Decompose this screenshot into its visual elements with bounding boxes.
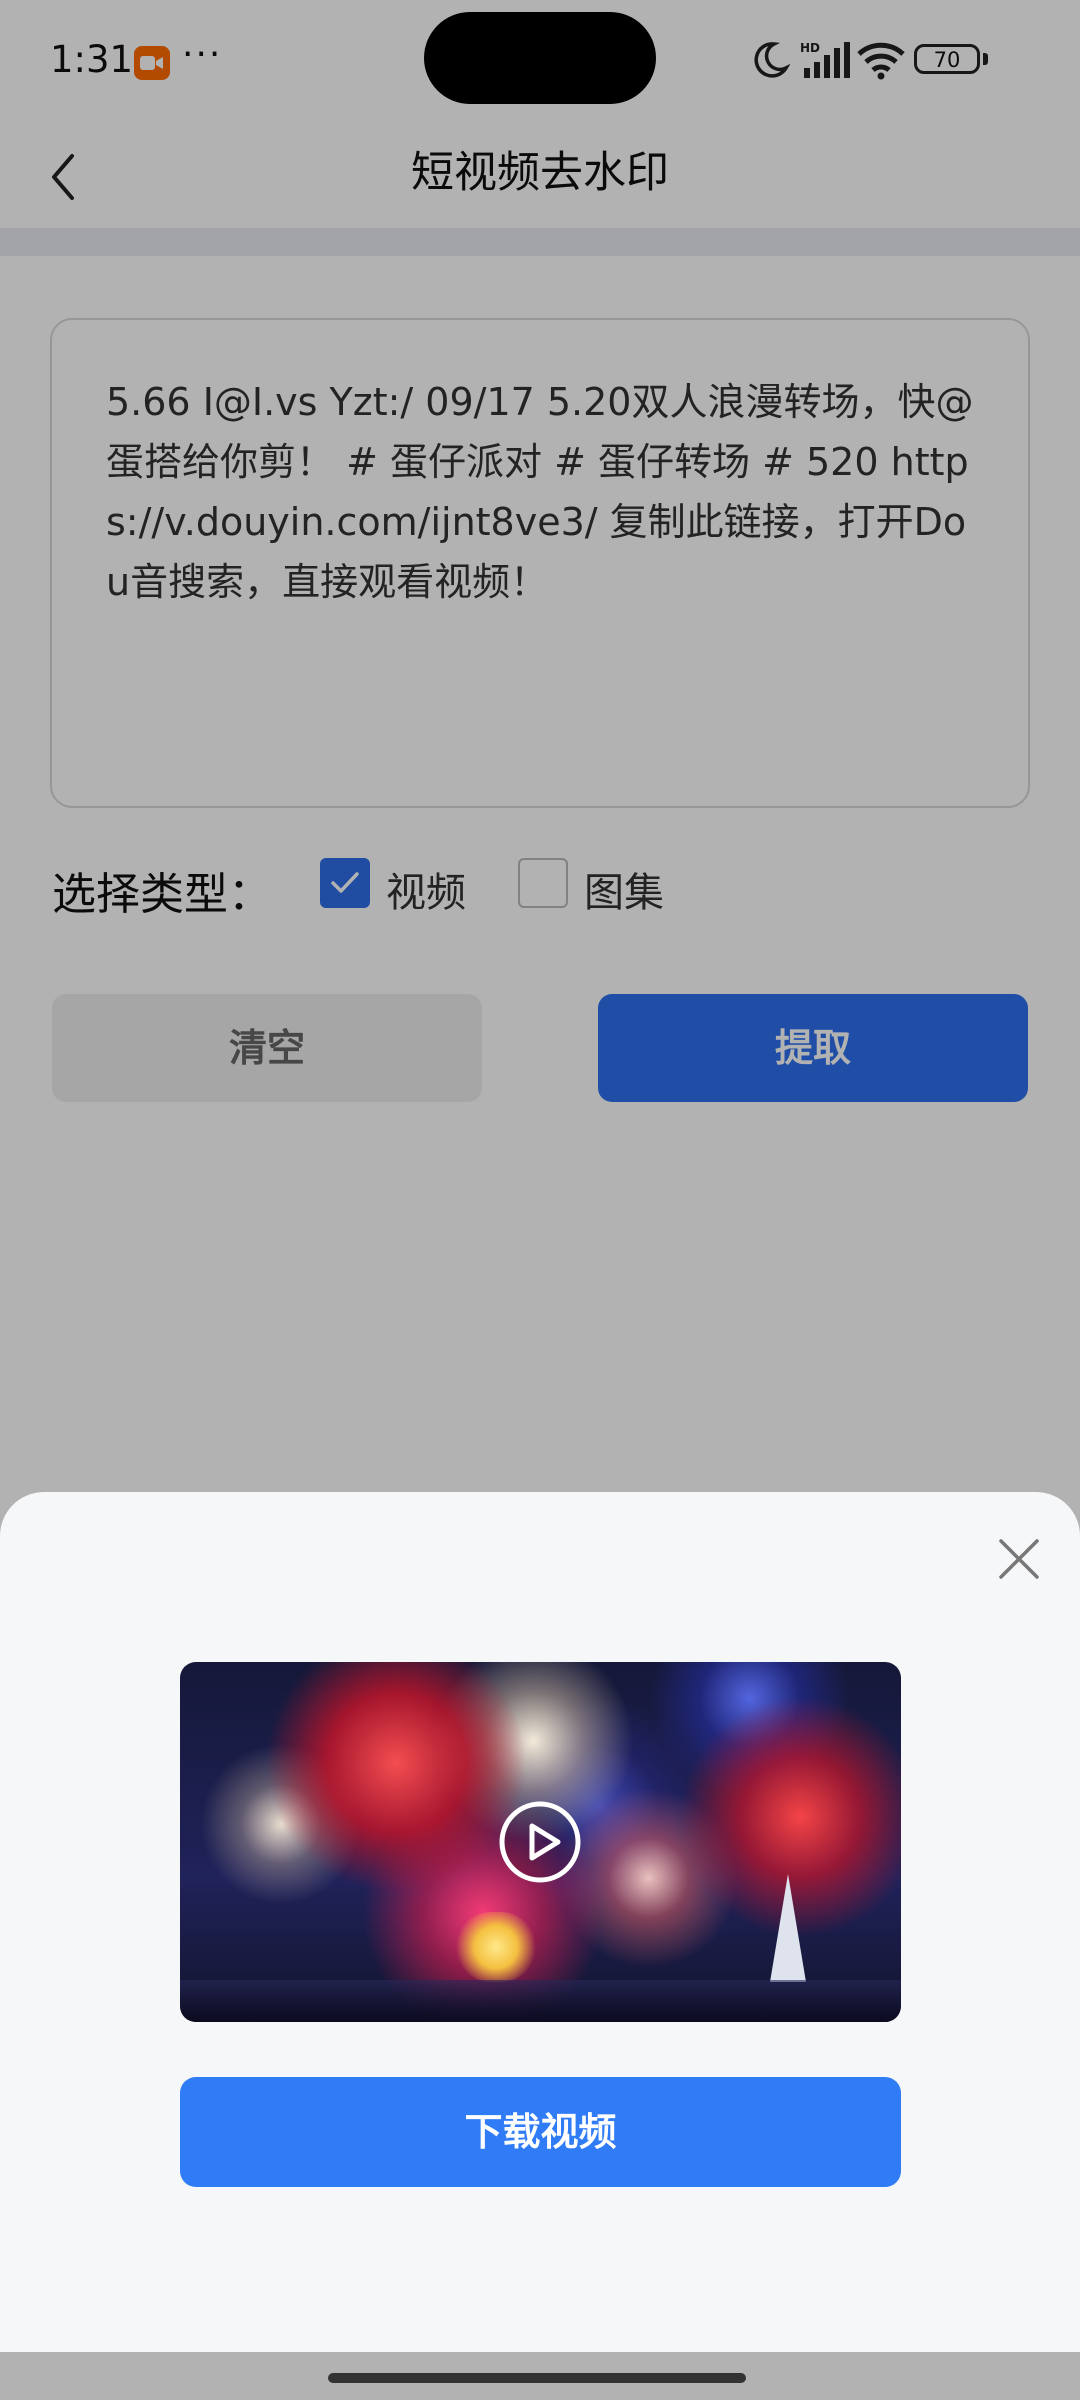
close-icon — [999, 1539, 1039, 1579]
thumbnail-water — [180, 1980, 901, 2022]
close-button[interactable] — [988, 1528, 1050, 1590]
play-circle-icon[interactable] — [498, 1800, 582, 1884]
home-indicator[interactable] — [328, 2373, 746, 2383]
video-thumbnail[interactable] — [180, 1662, 901, 2022]
thumbnail-character — [456, 1912, 536, 1982]
download-video-button[interactable]: 下载视频 — [180, 2077, 901, 2187]
download-video-label: 下载视频 — [464, 2110, 617, 2154]
thumbnail-tree — [770, 1874, 806, 1982]
